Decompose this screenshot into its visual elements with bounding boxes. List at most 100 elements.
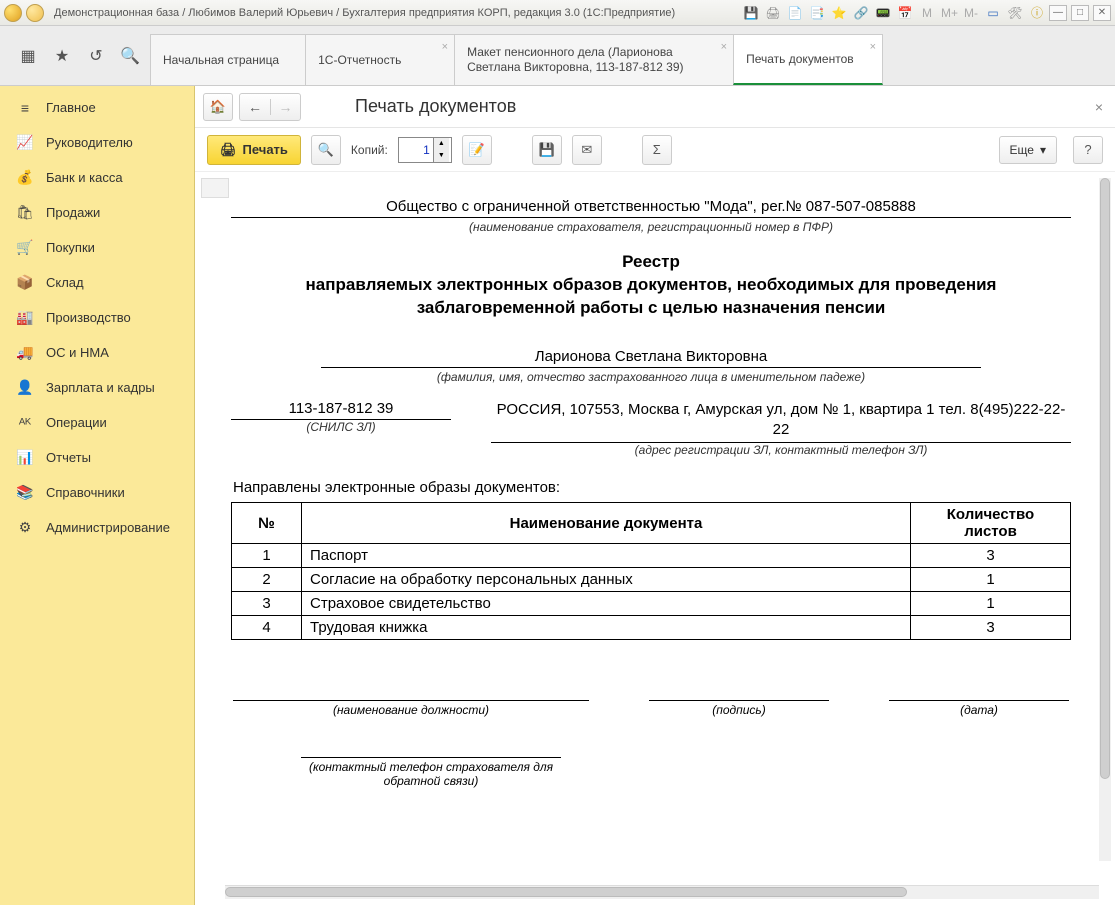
cart-icon: 🛒: [16, 239, 34, 256]
barchart-icon: 📊: [16, 449, 34, 466]
home-button[interactable]: 🏠: [203, 93, 233, 121]
history-icon[interactable]: ↺: [86, 46, 106, 66]
sidebar-item-main[interactable]: ≡Главное: [0, 90, 194, 125]
sidebar-item-manager[interactable]: 📈Руководителю: [0, 125, 194, 160]
document-viewport[interactable]: Общество с ограниченной ответственностью…: [195, 172, 1115, 885]
page-title: Печать документов: [355, 96, 516, 117]
app-dropdown-icon[interactable]: [26, 4, 44, 22]
sidebar-item-admin[interactable]: ⚙ Администрирование: [0, 510, 194, 545]
favorite-icon[interactable]: ⭐: [831, 6, 847, 20]
cell-num: 1: [232, 544, 302, 568]
sum-button[interactable]: Σ: [642, 135, 672, 165]
contact-phone-caption: (контактный телефон страхователя для обр…: [301, 757, 561, 788]
tab-print-documents[interactable]: Печать документов ×: [733, 34, 883, 85]
copies-spinner[interactable]: ▲▼: [398, 137, 452, 163]
address-caption: (адрес регистрации ЗЛ, контактный телефо…: [491, 443, 1071, 457]
sidebar-item-stock[interactable]: 📦Склад: [0, 265, 194, 300]
sidebar-item-hr[interactable]: 👤Зарплата и кадры: [0, 370, 194, 405]
nav-back-button[interactable]: ←: [240, 99, 270, 115]
sidebar-item-operations[interactable]: ᴬᴷОперации: [0, 405, 194, 440]
cell-name: Согласие на обработку персональных данны…: [302, 568, 911, 592]
tab-close-icon[interactable]: ×: [870, 41, 876, 53]
nav-forward-button[interactable]: →: [270, 99, 300, 115]
calc-icon[interactable]: 📟: [875, 6, 891, 20]
sidebar-item-bank[interactable]: 💰Банк и касса: [0, 160, 194, 195]
compare-icon[interactable]: 📑: [809, 6, 825, 20]
save-file-button[interactable]: 💾: [532, 135, 562, 165]
preview-button[interactable]: 🔍: [311, 135, 341, 165]
tab-close-icon[interactable]: ×: [721, 41, 727, 53]
menu-icon: ≡: [16, 100, 34, 116]
copies-input[interactable]: [399, 143, 433, 157]
send-email-button[interactable]: ✉: [572, 135, 602, 165]
coin-icon: 💰: [16, 169, 34, 186]
cell-count: 1: [911, 592, 1071, 616]
signature-date: (дата): [889, 700, 1069, 717]
sidebar-item-label: Зарплата и кадры: [46, 380, 155, 395]
app-menu-icon[interactable]: [4, 4, 22, 22]
window-titlebar: Демонстрационная база / Любимов Валерий …: [0, 0, 1115, 26]
scroll-thumb[interactable]: [225, 887, 907, 897]
sidebar-item-label: Производство: [46, 310, 131, 325]
person-caption: (фамилия, имя, отчество застрахованного …: [321, 370, 981, 384]
sidebar-item-label: ОС и НМА: [46, 345, 109, 360]
memory-m-icon[interactable]: M: [919, 6, 935, 20]
save-icon[interactable]: 💾: [743, 6, 759, 20]
tab-close-icon[interactable]: ×: [442, 41, 448, 53]
chevron-down-icon: ▾: [1040, 143, 1046, 157]
page-header: 🏠 ← → Печать документов ×: [195, 86, 1115, 128]
gear-icon: ⚙: [16, 519, 34, 536]
spin-up-icon[interactable]: ▲: [434, 138, 449, 150]
window-title: Демонстрационная база / Любимов Валерий …: [54, 7, 675, 19]
favorites-star-icon[interactable]: ★: [52, 46, 72, 66]
print-button[interactable]: 🖨 Печать: [207, 135, 301, 165]
cell-count: 3: [911, 616, 1071, 640]
window-close-button[interactable]: ✕: [1093, 5, 1111, 21]
page-close-button[interactable]: ×: [1095, 99, 1103, 115]
tabstrip-tools: ▦ ★ ↺ 🔍: [0, 26, 150, 85]
scroll-thumb[interactable]: [1100, 178, 1110, 779]
tools-icon[interactable]: 🛠: [1007, 6, 1023, 20]
apps-grid-icon[interactable]: ▦: [18, 46, 38, 66]
table-row: 4Трудовая книжка3: [232, 616, 1071, 640]
sidebar-item-label: Администрирование: [46, 520, 170, 535]
sidebar-item-production[interactable]: 🏭 Производство: [0, 300, 194, 335]
cell-num: 3: [232, 592, 302, 616]
sidebar-item-label: Руководителю: [46, 135, 133, 150]
vertical-scrollbar[interactable]: [1099, 178, 1111, 861]
sidebar-item-catalogs[interactable]: 📚Справочники: [0, 475, 194, 510]
memory-mminus-icon[interactable]: M-: [963, 6, 979, 20]
horizontal-scrollbar[interactable]: [225, 885, 1099, 899]
calendar-icon[interactable]: 📅: [897, 6, 913, 20]
memory-mplus-icon[interactable]: M+: [941, 6, 957, 20]
link-icon[interactable]: 🔗: [853, 6, 869, 20]
books-icon: 📚: [16, 484, 34, 501]
sidebar-item-purchases[interactable]: 🛒Покупки: [0, 230, 194, 265]
print-icon[interactable]: 🖨: [765, 6, 781, 20]
sidebar-item-reports[interactable]: 📊 Отчеты: [0, 440, 194, 475]
window-maximize-button[interactable]: □: [1071, 5, 1089, 21]
spin-down-icon[interactable]: ▼: [434, 150, 449, 162]
truck-icon: 🚚: [16, 344, 34, 361]
cell-num: 2: [232, 568, 302, 592]
box-icon: 📦: [16, 274, 34, 291]
info-icon[interactable]: ⓘ: [1029, 4, 1045, 21]
help-button[interactable]: ?: [1073, 136, 1103, 164]
doc-icon[interactable]: 📄: [787, 6, 803, 20]
sidebar-item-assets[interactable]: 🚚 ОС и НМА: [0, 335, 194, 370]
factory-icon: 🏭: [16, 309, 34, 326]
print-toolbar: 🖨 Печать 🔍 Копий: ▲▼ 📝 💾 ✉ Σ Еще ▾ ?: [195, 128, 1115, 172]
more-menu-button[interactable]: Еще ▾: [999, 136, 1057, 164]
tab-1c-reporting[interactable]: 1С-Отчетность ×: [305, 34, 455, 85]
sidebar-item-label: Отчеты: [46, 450, 91, 465]
sidebar-item-sales[interactable]: 🛍Продажи: [0, 195, 194, 230]
tab-start-page[interactable]: Начальная страница: [150, 34, 306, 85]
tab-label: Начальная страница: [163, 53, 279, 67]
cell-num: 4: [232, 616, 302, 640]
panel-icon[interactable]: ▭: [985, 6, 1001, 20]
window-minimize-button[interactable]: —: [1049, 5, 1067, 21]
search-icon[interactable]: 🔍: [120, 46, 140, 66]
edit-template-button[interactable]: 📝: [462, 135, 492, 165]
tab-pension-layout[interactable]: Макет пенсионного дела (Ларионова Светла…: [454, 34, 734, 85]
nav-buttons: ← →: [239, 93, 301, 121]
